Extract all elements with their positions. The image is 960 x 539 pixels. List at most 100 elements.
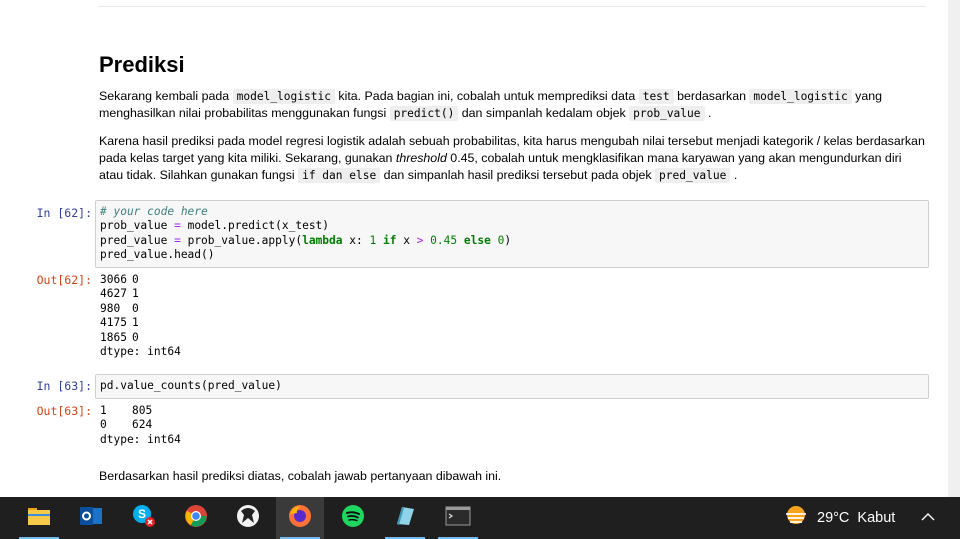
row-index: 4627 xyxy=(100,287,127,301)
output-dtype: dtype: int64 xyxy=(100,432,181,446)
code-token: prob_value.apply( xyxy=(180,233,303,247)
code-line: prob_value = model.predict(x_test) xyxy=(100,219,924,233)
inline-code: model_logistic xyxy=(232,89,335,104)
code-number: 0.45 xyxy=(430,233,458,247)
markdown-paragraph-1: Sekarang kembali pada model_logistic kit… xyxy=(99,88,929,122)
weather-widget[interactable]: 29°C Kabut xyxy=(783,497,895,539)
output-row: 1 805 xyxy=(100,404,181,418)
firefox-icon xyxy=(287,503,313,534)
row-value: 0 xyxy=(132,301,139,315)
code-operator: = xyxy=(174,219,181,233)
code-line: pd.value_counts(pred_value) xyxy=(100,379,282,392)
firefox-button[interactable] xyxy=(276,497,324,539)
output-row: 0 624 xyxy=(100,418,181,432)
outlook-icon xyxy=(79,505,103,532)
cell-62-output: 3066 0 4627 1 980 0 4175 1 1865 0 dtype: int6… xyxy=(100,273,181,359)
row-value: 1 xyxy=(132,316,139,330)
weather-condition: Kabut xyxy=(857,510,896,526)
chrome-button[interactable] xyxy=(172,497,220,539)
cell-63-input-prompt: In [63]: xyxy=(36,379,92,393)
row-value: 0 xyxy=(132,273,139,286)
text: berdasarkan xyxy=(673,89,750,103)
code-line: pred_value.head() xyxy=(100,248,924,262)
text: kita. Pada bagian ini, cobalah untuk mem… xyxy=(334,89,639,103)
output-row: 3066 0 xyxy=(100,273,181,287)
text: . xyxy=(704,106,712,120)
row-value: 1 xyxy=(132,287,139,301)
cell-62-output-prompt: Out[62]: xyxy=(36,273,92,287)
code-token: ) xyxy=(504,233,512,247)
cell-62-code-editor[interactable]: # your code here prob_value = model.pred… xyxy=(95,200,929,268)
spotify-icon xyxy=(341,504,365,533)
text: dan simpanlah kedalam objek xyxy=(458,106,630,120)
row-value: 805 xyxy=(132,404,153,417)
weather-temperature: 29°C xyxy=(817,510,850,526)
sun-fog-icon xyxy=(783,504,809,532)
vertical-scrollbar[interactable] xyxy=(948,0,960,497)
inline-code: prob_value xyxy=(629,106,705,121)
row-index: 1 xyxy=(100,404,107,417)
taskbar: S 29°C Kabut xyxy=(0,497,960,539)
inkscape-button[interactable] xyxy=(224,497,272,539)
text: dan simpanlah hasil prediksi tersebut pa… xyxy=(380,168,656,182)
inline-code: predict() xyxy=(389,106,459,121)
cell-63-output: 1 805 0 624 dtype: int64 xyxy=(100,404,181,447)
closing-paragraph: Berdasarkan hasil prediksi diatas, cobal… xyxy=(99,469,502,483)
notes-button[interactable] xyxy=(381,497,429,539)
code-keyword: lambda xyxy=(302,233,343,247)
notes-icon xyxy=(393,504,417,533)
divider xyxy=(99,6,925,7)
output-dtype: dtype: int64 xyxy=(100,344,181,358)
code-token: model.predict(x_test) xyxy=(180,219,330,233)
code-keyword: else xyxy=(463,233,491,247)
row-value: 0 xyxy=(132,330,139,344)
terminal-button[interactable] xyxy=(434,497,482,539)
output-row: 1865 0 xyxy=(100,331,181,345)
output-row: 4627 1 xyxy=(100,287,181,301)
svg-text:S: S xyxy=(138,507,146,521)
skype-icon: S xyxy=(131,503,157,534)
inline-code: model_logistic xyxy=(749,89,852,104)
code-line: pred_value = prob_value.apply(lambda x: … xyxy=(100,234,924,248)
skype-button[interactable]: S xyxy=(120,497,168,539)
inline-code: if dan else xyxy=(298,168,381,183)
row-index: 1865 xyxy=(100,330,127,344)
row-index: 3066 xyxy=(100,273,127,286)
text: Sekarang kembali pada xyxy=(99,89,233,103)
notebook-page: Prediksi Sekarang kembali pada model_log… xyxy=(0,0,948,497)
code-comment: # your code here xyxy=(100,205,208,218)
file-explorer-icon xyxy=(27,505,51,532)
cell-63-code-editor[interactable]: pd.value_counts(pred_value) xyxy=(95,374,929,399)
inkscape-icon xyxy=(235,503,261,534)
chevron-up-icon xyxy=(921,509,935,527)
section-title: Prediksi xyxy=(99,52,185,77)
code-token: pred_value xyxy=(100,233,175,247)
code-token: pred_value.head() xyxy=(100,248,215,262)
tray-overflow-button[interactable] xyxy=(916,497,940,539)
spotify-button[interactable] xyxy=(329,497,377,539)
code-keyword: if xyxy=(382,233,397,247)
chrome-icon xyxy=(184,504,208,533)
inline-code: test xyxy=(638,89,674,104)
code-line: # your code here xyxy=(100,205,924,219)
terminal-icon xyxy=(445,505,471,532)
code-token: x xyxy=(396,233,417,247)
row-index: 0 xyxy=(100,418,107,432)
code-operator: = xyxy=(174,233,181,247)
row-value: 624 xyxy=(132,418,153,432)
code-token: x: xyxy=(342,233,370,247)
file-explorer-button[interactable] xyxy=(15,497,63,539)
row-index: 980 xyxy=(100,301,121,315)
output-row: 4175 1 xyxy=(100,316,181,330)
code-token: prob_value xyxy=(100,219,175,233)
cell-62-input-prompt: In [62]: xyxy=(36,206,92,220)
outlook-button[interactable] xyxy=(67,497,115,539)
markdown-paragraph-2: Karena hasil prediksi pada model regresi… xyxy=(99,133,929,184)
cell-63-output-prompt: Out[63]: xyxy=(36,404,92,418)
output-row: 980 0 xyxy=(100,302,181,316)
emphasis-text: threshold xyxy=(395,151,447,165)
text: . xyxy=(730,168,738,182)
